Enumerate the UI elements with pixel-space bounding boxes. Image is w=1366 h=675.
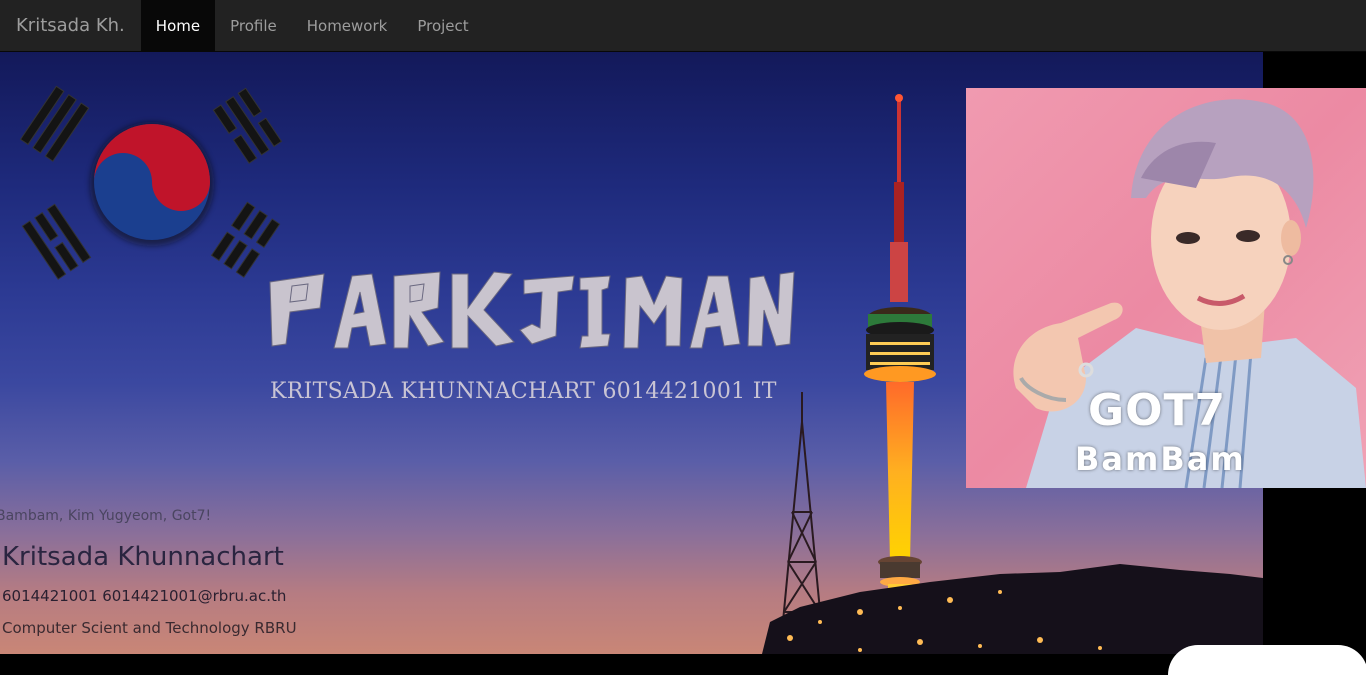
nav-home[interactable]: Home [140,0,216,51]
navbar-brand[interactable]: Kritsada Kh. [0,0,140,51]
nav-profile[interactable]: Profile [215,0,292,51]
got7-logo: GOT7 [1088,385,1227,436]
owner-name: Kritsada Khunnachart [2,542,284,572]
nav-homework[interactable]: Homework [292,0,403,51]
contact-info: 6014421001 6014421001@rbru.ac.th [2,587,287,605]
member-name: BamBam [1075,440,1246,478]
park-ji-man-title-art [269,271,795,349]
korean-flag-icon [19,85,283,280]
nav-menu: Home Profile Homework Project [140,0,484,51]
corner-widget [1168,645,1366,675]
faculty-info: Computer Scient and Technology RBRU [2,619,297,637]
favorites-text: Bambam, Kim Yugyeom, Got7! [0,508,212,524]
nav-project[interactable]: Project [402,0,483,51]
banner-subtitle: KRITSADA KHUNNACHART 6014421001 IT [270,379,777,404]
top-navbar: Kritsada Kh. Home Profile Homework Proje… [0,0,1366,52]
